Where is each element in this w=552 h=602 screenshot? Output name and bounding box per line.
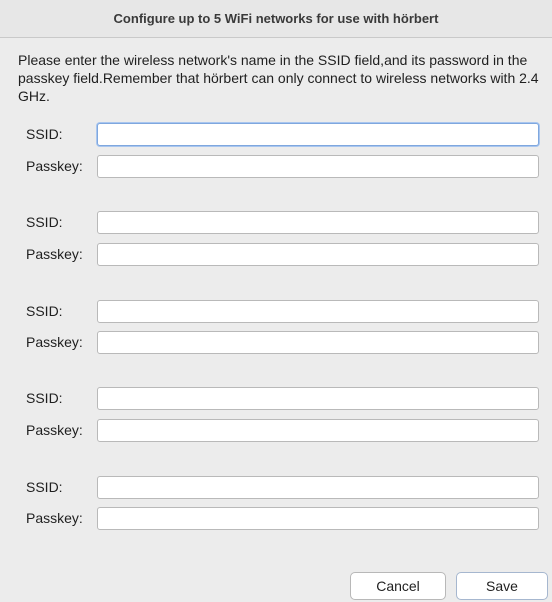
network-1-ssid-input[interactable]: [97, 123, 539, 146]
network-4-ssid-input[interactable]: [97, 387, 539, 410]
network-4-passkey-input[interactable]: [97, 419, 539, 442]
network-4-passkey-row: Passkey:: [0, 419, 552, 443]
network-2-passkey-input[interactable]: [97, 243, 539, 266]
ssid-label: SSID:: [26, 390, 63, 406]
network-2-passkey-row: Passkey:: [0, 243, 552, 267]
dialog-title: Configure up to 5 WiFi networks for use …: [0, 0, 552, 38]
ssid-label: SSID:: [26, 214, 63, 230]
network-1-passkey-row: Passkey:: [0, 155, 552, 179]
network-1-ssid-row: SSID:: [0, 123, 552, 147]
network-3-ssid-row: SSID:: [0, 300, 552, 324]
save-button[interactable]: Save: [456, 572, 548, 600]
network-4-ssid-row: SSID:: [0, 387, 552, 411]
network-2-ssid-input[interactable]: [97, 211, 539, 234]
network-1-passkey-input[interactable]: [97, 155, 539, 178]
passkey-label: Passkey:: [26, 510, 83, 526]
ssid-label: SSID:: [26, 303, 63, 319]
network-3-ssid-input[interactable]: [97, 300, 539, 323]
network-5-passkey-input[interactable]: [97, 507, 539, 530]
cancel-button[interactable]: Cancel: [350, 572, 446, 600]
network-5-passkey-row: Passkey:: [0, 507, 552, 531]
network-3-passkey-row: Passkey:: [0, 331, 552, 355]
network-2-ssid-row: SSID:: [0, 211, 552, 235]
passkey-label: Passkey:: [26, 246, 83, 262]
passkey-label: Passkey:: [26, 158, 83, 174]
passkey-label: Passkey:: [26, 334, 83, 350]
wifi-config-dialog: Configure up to 5 WiFi networks for use …: [0, 0, 552, 602]
passkey-label: Passkey:: [26, 422, 83, 438]
ssid-label: SSID:: [26, 479, 63, 495]
instructions-text: Please enter the wireless network's name…: [18, 52, 539, 104]
network-5-ssid-row: SSID:: [0, 476, 552, 500]
network-5-ssid-input[interactable]: [97, 476, 539, 499]
ssid-label: SSID:: [26, 126, 63, 142]
network-3-passkey-input[interactable]: [97, 331, 539, 354]
